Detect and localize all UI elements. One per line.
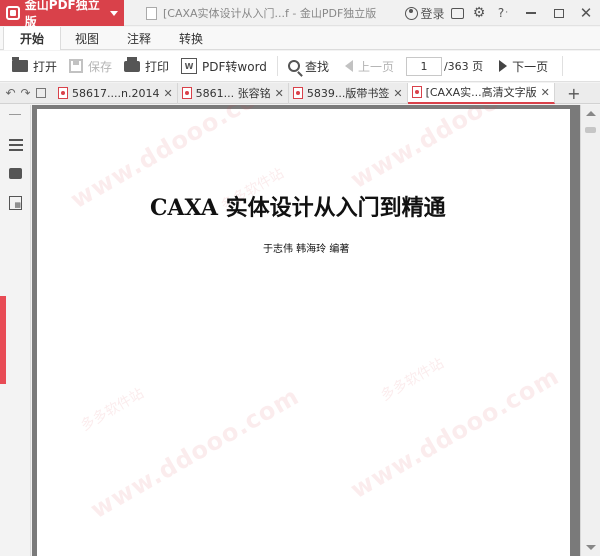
scroll-up-icon[interactable] xyxy=(586,111,596,116)
scroll-thumb[interactable] xyxy=(585,127,596,133)
ribbon-tabs: 开始 视图 注释 转换 xyxy=(0,27,600,50)
document-tab-label: [CAXA实...高清文字版 xyxy=(425,86,537,99)
quick-save-button[interactable] xyxy=(33,83,48,104)
window-controls: 登录 ⚙ ? · ✕ xyxy=(404,0,600,26)
bookmarks-icon[interactable] xyxy=(9,139,23,151)
new-tab-button[interactable]: + xyxy=(563,83,585,104)
redo-icon: ↷ xyxy=(20,86,31,100)
close-icon[interactable]: ✕ xyxy=(393,87,402,100)
window-title: [CAXA实体设计从入门...f - 金山PDF独立版 xyxy=(146,0,376,26)
gear-icon: ⚙ xyxy=(472,5,486,21)
print-label: 打印 xyxy=(145,59,170,74)
close-button[interactable]: ✕ xyxy=(572,0,600,26)
app-name: 金山PDF独立版 xyxy=(24,0,100,29)
help-caret-icon: · xyxy=(505,8,509,18)
maximize-icon xyxy=(554,8,564,18)
document-tab-label: 58617....n.2014 xyxy=(72,86,160,100)
save-icon xyxy=(69,59,84,73)
page-number-input[interactable] xyxy=(405,56,442,76)
save-button[interactable]: 保存 xyxy=(63,51,118,82)
minimize-icon xyxy=(526,12,536,14)
plus-icon: + xyxy=(567,83,581,103)
open-button[interactable]: 打开 xyxy=(0,51,63,82)
find-button[interactable]: 查找 xyxy=(282,51,335,82)
maximize-button[interactable] xyxy=(546,0,572,26)
pdf-to-word-label: PDF转word xyxy=(202,59,267,74)
redo-button[interactable]: ↷ xyxy=(18,83,33,104)
minimize-button[interactable] xyxy=(516,0,546,26)
thumbnails-icon[interactable]: ▦ xyxy=(9,196,22,210)
document-tab[interactable]: 5861... 张容铭 ✕ xyxy=(178,82,289,104)
arrow-left-icon xyxy=(344,60,353,72)
save-label: 保存 xyxy=(88,59,113,74)
document-tab-label: 5839...版带书签 xyxy=(306,87,390,100)
document-tab[interactable]: 58617....n.2014 ✕ xyxy=(54,82,178,104)
find-label: 查找 xyxy=(304,59,329,74)
document-tab-label: 5861... 张容铭 xyxy=(195,87,271,100)
app-logo-icon xyxy=(6,6,20,20)
pdf-to-word-button[interactable]: W PDF转word xyxy=(175,51,273,82)
next-page-label: 下一页 xyxy=(512,59,549,74)
arrow-right-icon xyxy=(499,60,508,72)
help-icon: ? xyxy=(497,6,505,20)
help-button[interactable]: ? · xyxy=(490,0,516,26)
pdf-file-icon xyxy=(292,87,303,99)
pdf-file-icon xyxy=(58,87,68,99)
scroll-down-icon[interactable] xyxy=(586,545,596,550)
document-authors: 于志伟 韩海玲 编著 xyxy=(263,244,350,255)
close-icon[interactable]: ✕ xyxy=(541,86,550,99)
document-page: www.ddooo.com www.ddooo.com www.ddooo.co… xyxy=(37,105,570,556)
watermark-cn: 多多软件站 xyxy=(378,355,447,405)
tab-view[interactable]: 视图 xyxy=(61,27,113,50)
toolbar-divider xyxy=(562,56,564,76)
watermark: www.ddooo.com xyxy=(345,105,564,195)
left-sidebar: ▦ xyxy=(0,105,31,556)
document-tab[interactable]: 5839...版带书签 ✕ xyxy=(289,82,408,104)
undo-button[interactable]: ↶ xyxy=(3,83,18,104)
vertical-scrollbar[interactable] xyxy=(580,105,600,556)
close-icon[interactable]: ✕ xyxy=(163,87,172,100)
login-label: 登录 xyxy=(420,6,445,21)
toolbar: 打开 保存 打印 W PDF转word 查找 上一页 /363 页 下一页 xyxy=(0,51,600,82)
watermark-cn: 多多软件站 xyxy=(78,385,147,435)
next-page-button[interactable]: 下一页 xyxy=(493,51,554,82)
tab-start[interactable]: 开始 xyxy=(3,27,62,50)
prev-page-button[interactable]: 上一页 xyxy=(335,51,400,82)
user-icon xyxy=(405,6,419,20)
title-bar: 金山PDF独立版 [CAXA实体设计从入门...f - 金山PDF独立版 登录 … xyxy=(0,0,600,29)
window-title-text: [CAXA实体设计从入门...f - 金山PDF独立版 xyxy=(163,7,377,20)
open-label: 打开 xyxy=(33,59,58,74)
comments-icon[interactable] xyxy=(9,168,22,179)
login-button[interactable]: 登录 xyxy=(404,0,446,26)
undo-icon: ↶ xyxy=(5,86,16,100)
document-icon xyxy=(146,6,157,20)
pdf-file-icon xyxy=(181,87,192,99)
caret-down-icon xyxy=(110,10,118,16)
document-title: CAXA 实体设计从入门到精通 xyxy=(150,195,446,221)
app-menu-button[interactable]: 金山PDF独立版 xyxy=(0,0,124,29)
toolbar-divider xyxy=(276,56,278,76)
sidebar-grip-icon xyxy=(9,114,21,115)
sidebar-collapse-handle[interactable] xyxy=(0,296,6,384)
printer-icon xyxy=(124,56,141,72)
document-tab-active[interactable]: [CAXA实...高清文字版 ✕ xyxy=(407,82,555,104)
search-icon xyxy=(287,60,300,72)
settings-button[interactable]: ⚙ xyxy=(468,0,490,26)
total-pages: /363 页 xyxy=(443,60,484,73)
close-icon[interactable]: ✕ xyxy=(275,87,284,100)
pdf-to-word-icon: W xyxy=(181,58,198,74)
tab-annotate[interactable]: 注释 xyxy=(113,27,165,50)
prev-page-label: 上一页 xyxy=(357,59,394,74)
folder-icon xyxy=(12,57,28,72)
print-button[interactable]: 打印 xyxy=(118,51,175,82)
document-viewer[interactable]: www.ddooo.com www.ddooo.com www.ddooo.co… xyxy=(32,105,600,556)
close-icon: ✕ xyxy=(579,4,593,22)
message-icon xyxy=(450,7,464,19)
save-icon xyxy=(35,88,46,98)
message-button[interactable] xyxy=(446,0,468,26)
tab-convert[interactable]: 转换 xyxy=(165,27,217,50)
watermark: www.ddooo.com xyxy=(345,361,564,505)
pdf-file-icon xyxy=(411,86,422,98)
document-tabs: ↶ ↷ 58617....n.2014 ✕ 5861... 张容铭 ✕ 5839… xyxy=(0,82,600,104)
